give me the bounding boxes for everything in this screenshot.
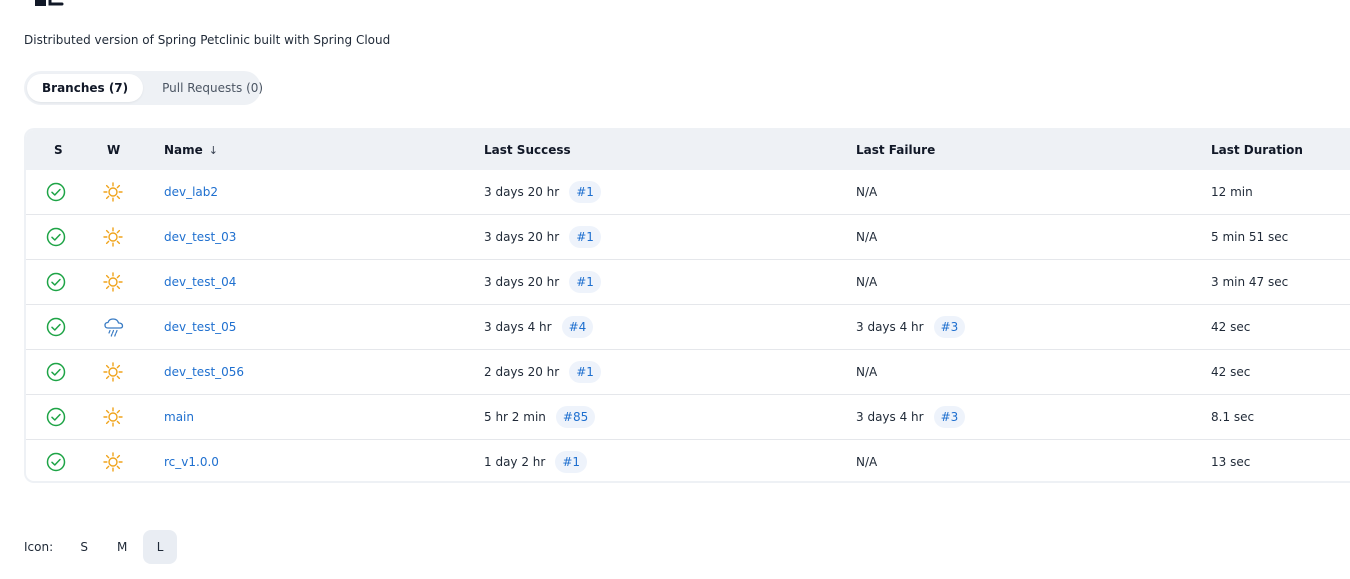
sun-icon: [103, 395, 123, 439]
success-status-icon: [46, 170, 66, 214]
success-status-icon: [46, 215, 66, 259]
sun-icon: [103, 440, 123, 481]
success-status-icon: [46, 305, 66, 349]
last-duration: 42 sec: [1211, 365, 1251, 379]
last-duration: 8.1 sec: [1211, 410, 1255, 424]
header-last-failure[interactable]: Last Failure: [856, 130, 935, 170]
icon-size-label: Icon:: [24, 540, 54, 554]
branch-name-link[interactable]: dev_lab2: [164, 185, 218, 199]
last-success-build-link[interactable]: #1: [569, 271, 601, 293]
icon-size-selector: Icon: S M L: [24, 530, 178, 564]
last-duration: 12 min: [1211, 185, 1253, 199]
table-body: dev_lab2 3 days 20 hr #1 N/A 12 min dev_test_…: [26, 170, 1350, 481]
table-row: rc_v1.0.0 1 day 2 hr #1 N/A 13 sec: [26, 440, 1350, 481]
table-row: dev_test_03 3 days 20 hr #1 N/A 5 min 51 sec: [26, 215, 1350, 260]
sun-icon: [103, 215, 123, 259]
last-duration: 42 sec: [1211, 320, 1251, 334]
icon-size-s-button[interactable]: S: [67, 530, 101, 564]
last-success-build-link[interactable]: #4: [561, 316, 594, 338]
icon-size-l-button[interactable]: L: [143, 530, 178, 564]
last-failure-time: N/A: [856, 185, 878, 199]
branch-name-link[interactable]: dev_test_03: [164, 230, 236, 244]
success-status-icon: [46, 395, 66, 439]
success-status-icon: [46, 350, 66, 394]
last-success-build-link[interactable]: #1: [569, 181, 601, 203]
last-duration: 5 min 51 sec: [1211, 230, 1289, 244]
success-status-icon: [46, 440, 66, 481]
last-success-time: 3 days 20 hr: [484, 275, 560, 289]
table-row: dev_lab2 3 days 20 hr #1 N/A 12 min: [26, 170, 1350, 215]
last-failure-time: N/A: [856, 455, 878, 469]
last-success-time: 3 days 20 hr: [484, 185, 560, 199]
branch-name-link[interactable]: dev_test_04: [164, 275, 236, 289]
last-success-time: 1 day 2 hr: [484, 455, 546, 469]
header-weather[interactable]: W: [107, 130, 120, 170]
header-last-success[interactable]: Last Success: [484, 130, 571, 170]
last-failure-time: 3 days 4 hr: [856, 320, 924, 334]
table-row: dev_test_05 3 days 4 hr #4 3 days 4 hr #3 42 …: [26, 305, 1350, 350]
success-status-icon: [46, 260, 66, 304]
last-success-time: 2 days 20 hr: [484, 365, 560, 379]
branch-name-link[interactable]: main: [164, 410, 194, 424]
table-row: dev_test_056 2 days 20 hr #1 N/A 42 sec: [26, 350, 1350, 395]
table-header: S W Name ↓ Last Success Last Failure Last…: [26, 130, 1350, 170]
last-duration: 13 sec: [1211, 455, 1251, 469]
branch-name-link[interactable]: dev_test_056: [164, 365, 244, 379]
last-failure-time: N/A: [856, 275, 878, 289]
sun-icon: [103, 350, 123, 394]
branch-tabs: Branches (7) Pull Requests (0): [24, 71, 263, 105]
header-status[interactable]: S: [54, 130, 63, 170]
last-success-build-link[interactable]: #85: [555, 406, 596, 428]
table-row: main 5 hr 2 min #85 3 days 4 hr #3 8.1 sec: [26, 395, 1350, 440]
icon-size-m-button[interactable]: M: [105, 530, 139, 564]
folder-icon: [35, 0, 64, 6]
tab-pull-requests[interactable]: Pull Requests (0): [147, 74, 278, 102]
page: Distributed version of Spring Petclinic …: [0, 0, 1350, 579]
last-failure-build-link[interactable]: #3: [933, 406, 966, 428]
last-failure-time: N/A: [856, 230, 878, 244]
last-duration: 3 min 47 sec: [1211, 275, 1289, 289]
rain-cloud-icon: [103, 305, 125, 349]
last-success-time: 3 days 4 hr: [484, 320, 552, 334]
sun-icon: [103, 260, 123, 304]
last-failure-build-link[interactable]: #3: [933, 316, 966, 338]
last-success-build-link[interactable]: #1: [569, 361, 601, 383]
branch-name-link[interactable]: rc_v1.0.0: [164, 455, 219, 469]
last-failure-time: N/A: [856, 365, 878, 379]
last-success-time: 3 days 20 hr: [484, 230, 560, 244]
page-description: Distributed version of Spring Petclinic …: [24, 33, 391, 47]
sort-descending-icon: ↓: [208, 144, 219, 157]
branches-table: S W Name ↓ Last Success Last Failure Last…: [24, 128, 1350, 483]
last-success-build-link[interactable]: #1: [569, 226, 601, 248]
header-last-duration[interactable]: Last Duration: [1211, 130, 1303, 170]
header-name[interactable]: Name ↓: [164, 130, 218, 171]
tab-branches[interactable]: Branches (7): [27, 74, 144, 102]
table-row: dev_test_04 3 days 20 hr #1 N/A 3 min 47 sec: [26, 260, 1350, 305]
last-success-build-link[interactable]: #1: [555, 451, 588, 473]
sun-icon: [103, 170, 123, 214]
last-success-time: 5 hr 2 min: [484, 410, 546, 424]
branch-name-link[interactable]: dev_test_05: [164, 320, 236, 334]
last-failure-time: 3 days 4 hr: [856, 410, 924, 424]
header-name-label: Name: [164, 143, 203, 157]
